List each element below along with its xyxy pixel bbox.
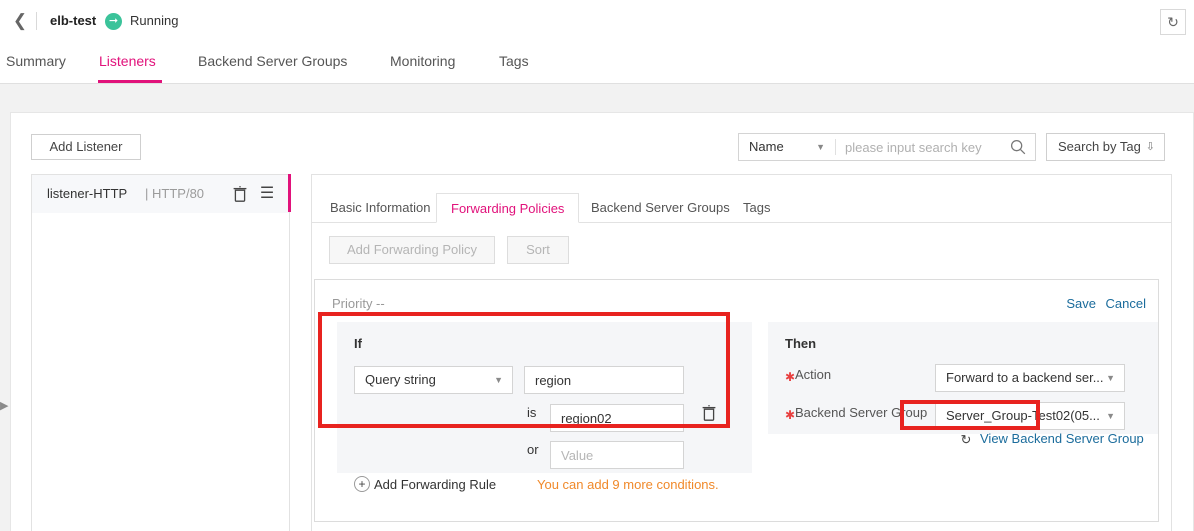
trash-icon[interactable] <box>700 404 718 422</box>
then-action-panel: Then ✱ Action Forward to a backend ser..… <box>768 322 1158 434</box>
tab-listeners[interactable]: Listeners <box>99 53 156 69</box>
search-filter-select[interactable]: Name ▼ <box>739 134 835 160</box>
required-asterisk-icon: ✱ <box>785 408 795 422</box>
tab-detail-tags[interactable]: Tags <box>729 193 784 223</box>
view-backend-server-group-link[interactable]: View Backend Server Group <box>980 431 1144 446</box>
refresh-icon[interactable]: ↻ <box>1160 9 1186 35</box>
search-input[interactable] <box>843 134 1003 160</box>
tab-forwarding-policies[interactable]: Forwarding Policies <box>436 193 579 223</box>
sort-button[interactable]: Sort <box>507 236 569 264</box>
tab-backend-server-groups[interactable]: Backend Server Groups <box>198 53 347 69</box>
page-header: ❮ elb-test ➞ Running ↻ <box>0 0 1194 42</box>
header-divider <box>36 12 37 30</box>
backend-server-group-value: Server_Group-Test02(05... <box>946 408 1100 423</box>
then-section-title: Then <box>785 336 816 351</box>
chevron-down-icon: ▼ <box>816 134 825 160</box>
action-label: Action <box>795 367 831 382</box>
search-filter-value: Name <box>749 139 784 154</box>
tab-summary[interactable]: Summary <box>6 53 66 69</box>
chevron-double-down-icon: ⇩ <box>1146 134 1155 160</box>
is-label: is <box>527 405 536 420</box>
backend-server-group-select[interactable]: Server_Group-Test02(05... ▼ <box>935 402 1125 430</box>
listener-name: listener-HTTP <box>47 186 127 201</box>
refresh-icon[interactable]: ↻ <box>958 432 974 448</box>
tab-detail-backend-server-groups[interactable]: Backend Server Groups <box>577 193 744 223</box>
tab-monitoring[interactable]: Monitoring <box>390 53 455 69</box>
forwarding-policy-card: Priority -- Save Cancel If Query string … <box>314 279 1159 522</box>
status-badge: Running <box>130 13 178 28</box>
required-asterisk-icon: ✱ <box>785 370 795 384</box>
cancel-button[interactable]: Cancel <box>1106 296 1146 311</box>
if-section-title: If <box>354 336 362 351</box>
page-title: elb-test <box>50 13 96 28</box>
chevron-down-icon: ▼ <box>1106 403 1115 429</box>
condition-value-input[interactable] <box>550 404 684 432</box>
plus-circle-icon[interactable]: + <box>354 476 370 492</box>
list-item[interactable]: listener-HTTP | HTTP/80 ☰ <box>32 175 289 213</box>
detail-tabbar: Basic Information Forwarding Policies Ba… <box>312 193 1171 223</box>
action-value: Forward to a backend ser... <box>946 370 1104 385</box>
condition-key-input[interactable] <box>524 366 684 394</box>
search-by-tag-label: Search by Tag <box>1058 139 1141 154</box>
priority-label: Priority -- <box>332 296 385 311</box>
condition-type-select[interactable]: Query string ▼ <box>354 366 513 394</box>
chevron-right-icon[interactable]: ▶ <box>0 395 9 417</box>
search-by-tag-button[interactable]: Search by Tag ⇩ <box>1046 133 1165 161</box>
listener-selected-marker <box>288 174 291 212</box>
search-icon[interactable] <box>1009 138 1027 156</box>
add-forwarding-rule-button[interactable]: Add Forwarding Rule <box>374 477 496 492</box>
arrow-right-circle-icon: ➞ <box>105 13 122 30</box>
listener-detail-panel: Basic Information Forwarding Policies Ba… <box>311 174 1172 531</box>
back-icon[interactable]: ❮ <box>10 11 30 31</box>
listener-list: listener-HTTP | HTTP/80 ☰ <box>31 174 290 531</box>
condition-value-secondary-input[interactable] <box>550 441 684 469</box>
chevron-down-icon: ▼ <box>1106 365 1115 391</box>
main-tabbar: Summary Listeners Backend Server Groups … <box>0 42 1194 84</box>
action-select[interactable]: Forward to a backend ser... ▼ <box>935 364 1125 392</box>
if-condition-panel: If Query string ▼ is or + Add Forwarding… <box>337 322 752 473</box>
add-forwarding-policy-button[interactable]: Add Forwarding Policy <box>329 236 495 264</box>
conditions-remaining-note: You can add 9 more conditions. <box>537 477 719 492</box>
add-listener-button[interactable]: Add Listener <box>31 134 141 160</box>
tab-active-underline <box>98 80 162 83</box>
tab-tags[interactable]: Tags <box>499 53 529 69</box>
tab-basic-information[interactable]: Basic Information <box>316 193 444 223</box>
trash-icon[interactable] <box>231 185 249 203</box>
or-label: or <box>527 442 539 457</box>
backend-server-group-label: Backend Server Group <box>795 405 927 420</box>
condition-type-value: Query string <box>365 372 436 387</box>
chevron-down-icon: ▼ <box>494 367 503 393</box>
listener-protocol-port: | HTTP/80 <box>145 186 204 201</box>
search-bar: Name ▼ <box>738 133 1036 161</box>
save-button[interactable]: Save <box>1066 296 1096 311</box>
search-divider <box>835 139 836 155</box>
hamburger-menu-icon[interactable]: ☰ <box>258 185 276 203</box>
